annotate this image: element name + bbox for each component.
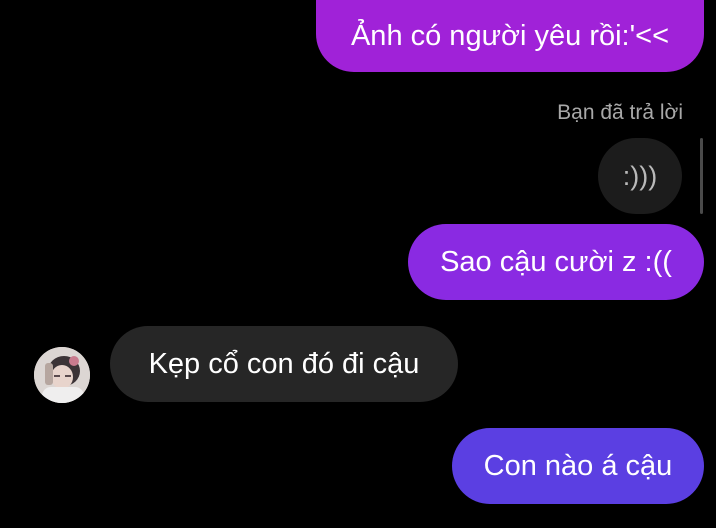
message-text: Kẹp cổ con đó đi cậu	[148, 347, 420, 380]
outgoing-message-bubble[interactable]: Con nào á cậu	[452, 428, 704, 504]
message-text: Sao cậu cười z :((	[440, 245, 672, 278]
message-text: Con nào á cậu	[483, 449, 673, 482]
sender-avatar[interactable]	[34, 347, 90, 403]
user-avatar-icon	[34, 347, 90, 403]
reply-quote-bar	[700, 138, 703, 214]
incoming-message-bubble[interactable]: Kẹp cổ con đó đi cậu	[110, 326, 458, 402]
replied-message-quote[interactable]: :)))	[598, 138, 682, 214]
reply-indicator-label: Bạn đã trả lời	[557, 101, 683, 124]
message-text: Ảnh có người yêu rồi:'<<	[350, 19, 670, 52]
quoted-text: :)))	[622, 160, 658, 191]
outgoing-message-bubble[interactable]: Sao cậu cười z :((	[408, 224, 704, 300]
outgoing-message-bubble[interactable]: Ảnh có người yêu rồi:'<<	[316, 0, 704, 72]
